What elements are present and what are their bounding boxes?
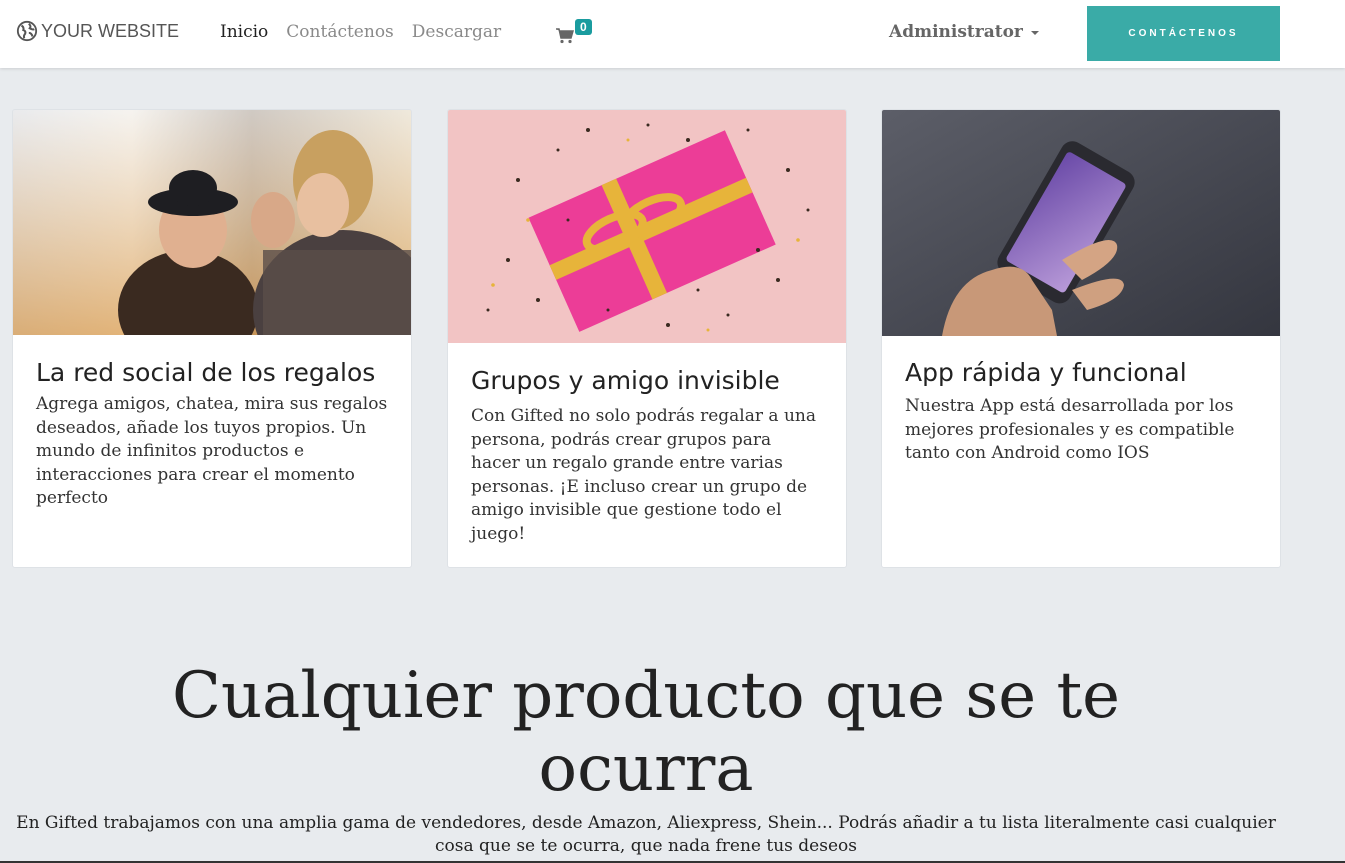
- feature-card-groups: Grupos y amigo invisible Con Gifted no s…: [447, 109, 847, 568]
- user-menu-dropdown[interactable]: Administrator: [889, 22, 1039, 42]
- gift-photo: [448, 110, 846, 343]
- card-text: Con Gifted no solo podrás regalar a una …: [471, 406, 816, 544]
- card-title: La red social de los regalos: [36, 358, 376, 387]
- card-title: Grupos y amigo invisible: [471, 366, 780, 395]
- cart-count-badge: 0: [575, 19, 592, 35]
- friends-photo: [13, 110, 411, 335]
- card-body: Grupos y amigo invisible Con Gifted no s…: [471, 364, 824, 546]
- feature-card-app: App rápida y funcional Nuestra App está …: [881, 109, 1281, 568]
- chevron-down-icon: [1030, 31, 1039, 35]
- card-body: App rápida y funcional Nuestra App está …: [905, 356, 1258, 466]
- contact-cta-button[interactable]: CONTÁCTENOS: [1087, 6, 1280, 61]
- phone-in-hand-photo: [882, 110, 1280, 336]
- user-menu-label: Administrator: [889, 22, 1023, 42]
- hero-title: Cualquier producto que se te ocurra: [171, 659, 1121, 806]
- cart-icon: [556, 28, 574, 44]
- card-body: La red social de los regalos Agrega amig…: [36, 356, 389, 511]
- nav-link-descargar[interactable]: Descargar: [412, 22, 501, 42]
- hero-text: En Gifted trabajamos con una amplia gama…: [16, 813, 1276, 856]
- card-title: App rápida y funcional: [905, 358, 1187, 387]
- card-text: Nuestra App está desarrollada por los me…: [905, 396, 1235, 463]
- globe-icon: [16, 20, 38, 42]
- cart-button[interactable]: 0: [556, 19, 592, 44]
- brand-logo[interactable]: YOUR WEBSITE: [16, 20, 179, 42]
- feature-card-social: La red social de los regalos Agrega amig…: [12, 109, 412, 568]
- main-nav: Inicio Contáctenos Descargar: [220, 22, 519, 42]
- navbar: YOUR WEBSITE Inicio Contáctenos Descarga…: [0, 0, 1345, 68]
- nav-link-contactenos[interactable]: Contáctenos: [286, 22, 393, 42]
- nav-link-inicio[interactable]: Inicio: [220, 22, 268, 42]
- brand-name: YOUR WEBSITE: [41, 20, 180, 41]
- card-text: Agrega amigos, chatea, mira sus regalos …: [36, 394, 388, 508]
